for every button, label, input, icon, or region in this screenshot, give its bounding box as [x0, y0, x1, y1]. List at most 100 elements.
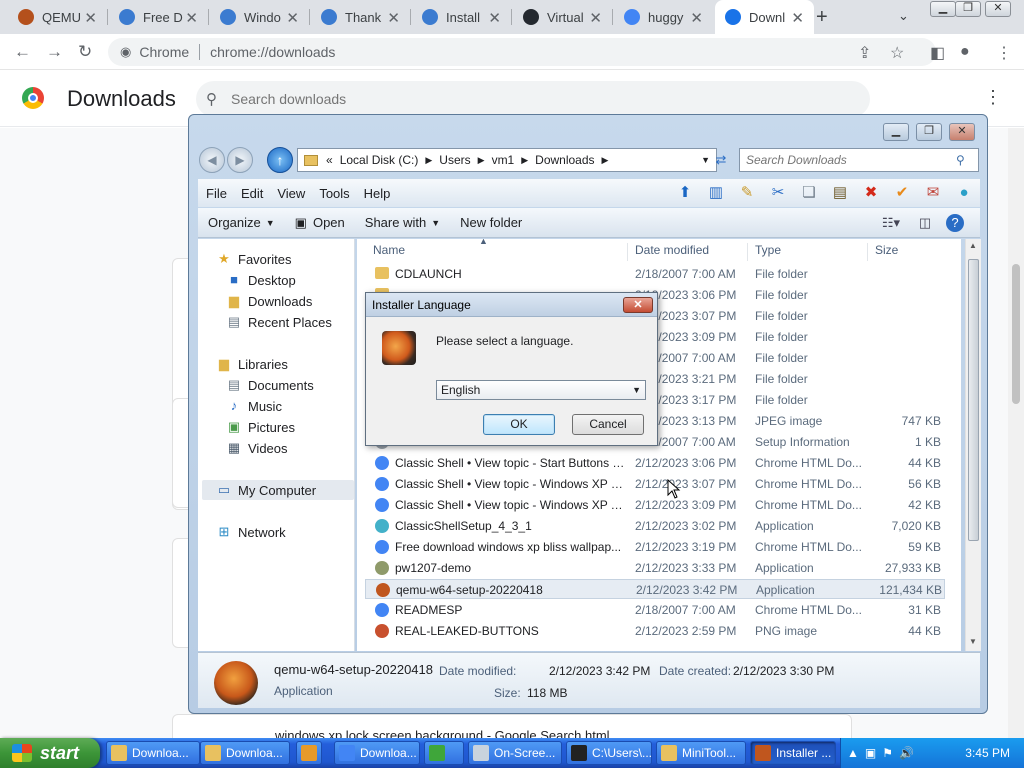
network-tray-icon[interactable]: ▣ [865, 746, 876, 760]
page-scrollbar-thumb[interactable] [1012, 264, 1020, 404]
tab-search-icon[interactable]: ⌄ [898, 8, 909, 24]
taskbar-button[interactable]: MiniTool... [656, 741, 746, 765]
nav-downloads[interactable]: ▆ Downloads [226, 291, 312, 311]
nav-favorites[interactable]: ★ Favorites [216, 249, 291, 269]
column-divider[interactable] [627, 243, 628, 261]
classic-shell-icon[interactable]: ● [950, 181, 978, 205]
menu-edit[interactable]: Edit [241, 186, 263, 201]
cut-icon[interactable]: ✂ [764, 181, 792, 205]
organize-button[interactable]: Organize ▼ [208, 215, 275, 230]
new-folder-button[interactable]: New folder [460, 215, 522, 230]
breadcrumb-item[interactable]: vm1 [492, 153, 515, 167]
explorer-search-input[interactable] [746, 153, 956, 167]
file-row[interactable]: pw1207-demo 2/12/2023 3:33 PM Application 2… [365, 558, 945, 578]
file-row[interactable]: READMESP 2/18/2007 7:00 AM Chrome HTML Do.… [365, 600, 945, 620]
copy-icon[interactable]: ❏ [795, 181, 823, 205]
nav-network[interactable]: ⊞ Network [216, 522, 286, 542]
browser-tab[interactable]: Install ✕ [412, 0, 511, 34]
nav-pictures[interactable]: ▣ Pictures [226, 417, 295, 437]
tab-close-icon[interactable]: ✕ [690, 9, 703, 27]
breadcrumb-prefix[interactable]: « [326, 153, 333, 167]
file-row[interactable]: Classic Shell • View topic - Windows XP … [365, 495, 945, 515]
column-divider[interactable] [747, 243, 748, 261]
bookmark-star-icon[interactable]: ☆ [890, 43, 904, 63]
start-button[interactable]: start [0, 738, 100, 768]
taskbar-button[interactable]: Downloa... [334, 741, 420, 765]
tab-close-icon[interactable]: ✕ [589, 9, 602, 27]
browser-tab[interactable]: Virtual ✕ [513, 0, 612, 34]
taskbar-button[interactable] [296, 741, 322, 765]
tab-close-icon[interactable]: ✕ [791, 9, 804, 27]
menu-view[interactable]: View [277, 186, 305, 201]
browser-tab[interactable]: Free D ✕ [109, 0, 208, 34]
column-name[interactable]: Name [373, 243, 405, 257]
site-info-icon[interactable]: ◉ [120, 44, 131, 60]
taskbar-button[interactable]: Downloa... [106, 741, 200, 765]
taskbar-button[interactable]: On-Scree... [468, 741, 562, 765]
back-button[interactable]: ◀ [199, 147, 225, 173]
tab-close-icon[interactable]: ✕ [286, 9, 299, 27]
dialog-close-button[interactable]: ✕ [623, 297, 653, 313]
up-folder-button[interactable]: ↑ [267, 147, 293, 173]
nav-recent-places[interactable]: ▤ Recent Places [226, 312, 332, 332]
nav-libraries[interactable]: ▆ Libraries [216, 354, 288, 374]
breadcrumb-item[interactable]: Local Disk (C:) [340, 153, 419, 167]
back-icon[interactable]: ← [14, 42, 31, 62]
email-icon[interactable]: ✉ [919, 181, 947, 205]
clock[interactable]: 3:45 PM [965, 746, 1010, 760]
taskbar-button[interactable]: Installer ... [750, 741, 836, 765]
language-select[interactable]: English ▼ [436, 380, 646, 400]
nav-music[interactable]: ♪ Music [226, 396, 282, 416]
tab-close-icon[interactable]: ✕ [387, 9, 400, 27]
open-button[interactable]: ▣ Open [295, 215, 345, 231]
file-row[interactable]: CDLAUNCH 2/18/2007 7:00 AM File folder [365, 264, 945, 284]
side-panel-icon[interactable]: ◧ [930, 43, 945, 63]
chevron-right-icon[interactable]: ▶ [425, 155, 432, 166]
flag-tray-icon[interactable]: ⚑ [882, 746, 893, 760]
file-row[interactable]: Classic Shell • View topic - Start Butto… [365, 453, 945, 473]
preview-pane-icon[interactable]: ◫ [912, 213, 938, 233]
refresh-icon[interactable]: ⇄ [709, 148, 733, 172]
column-divider[interactable] [867, 243, 868, 261]
menu-tools[interactable]: Tools [319, 186, 349, 201]
breadcrumb-item[interactable]: Downloads [535, 153, 594, 167]
paste-icon[interactable]: ▤ [826, 181, 854, 205]
breadcrumb-item[interactable]: Users [439, 153, 470, 167]
forward-button[interactable]: ▶ [227, 147, 253, 173]
address-breadcrumb[interactable]: « Local Disk (C:) ▶ Users ▶ vm1 ▶ Downloads… [297, 148, 717, 172]
downloads-search-box[interactable]: ⚲ [196, 81, 870, 117]
cancel-button[interactable]: Cancel [572, 414, 644, 435]
properties-icon[interactable]: ✔ [888, 181, 916, 205]
profile-icon[interactable]: ● [960, 43, 970, 61]
volume-icon[interactable]: 🔊 [899, 746, 914, 760]
nav-videos[interactable]: ▦ Videos [226, 438, 288, 458]
more-actions-icon[interactable]: ⋮ [984, 87, 1002, 108]
taskbar-button[interactable]: Downloa... [200, 741, 290, 765]
maximize-button[interactable]: ❐ [916, 123, 942, 141]
page-scrollbar[interactable] [1008, 128, 1024, 738]
folders-pane-icon[interactable]: ▥ [702, 181, 730, 205]
explorer-search-box[interactable]: ⚲ [739, 148, 979, 172]
nav-desktop[interactable]: ■ Desktop [226, 270, 296, 290]
close-button[interactable]: ✕ [949, 123, 975, 141]
share-with-button[interactable]: Share with ▼ [365, 215, 440, 230]
tab-close-icon[interactable]: ✕ [488, 9, 501, 27]
tray-expand-icon[interactable]: ▲ [847, 746, 859, 760]
forward-icon[interactable]: → [46, 42, 63, 62]
tab-close-icon[interactable]: ✕ [84, 9, 97, 27]
browser-tab[interactable]: Downl ✕ [715, 0, 814, 34]
minimize-button[interactable]: ▁ [883, 123, 909, 141]
column-type[interactable]: Type [755, 243, 781, 257]
menu-file[interactable]: File [206, 186, 227, 201]
file-list-scrollbar[interactable]: ▲ ▼ [965, 239, 981, 651]
up-arrow-icon[interactable]: ⬆ [671, 181, 699, 205]
file-row[interactable]: ClassicShellSetup_4_3_1 2/12/2023 3:02 PM… [365, 516, 945, 536]
column-size[interactable]: Size [875, 243, 898, 257]
url-text[interactable]: chrome://downloads [210, 44, 335, 60]
chevron-down-icon[interactable]: ▼ [632, 381, 641, 399]
reload-icon[interactable]: ↻ [78, 42, 92, 62]
ok-button[interactable]: OK [483, 414, 555, 435]
chevron-right-icon[interactable]: ▶ [478, 155, 485, 166]
help-icon[interactable]: ? [946, 214, 964, 232]
chevron-right-icon[interactable]: ▶ [521, 155, 528, 166]
